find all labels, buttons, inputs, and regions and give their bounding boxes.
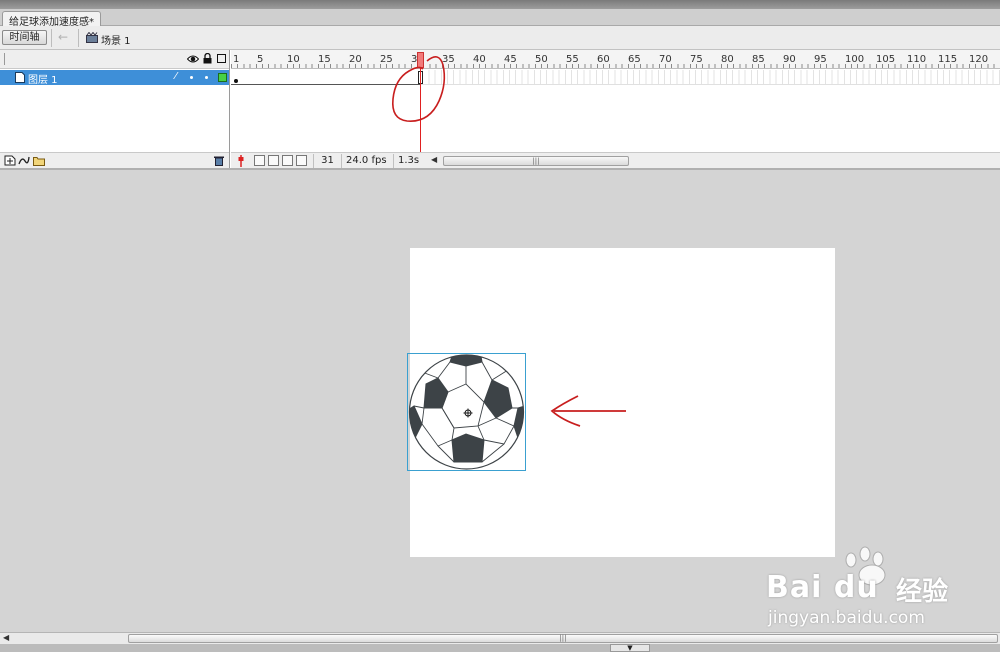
frame-ruler[interactable]: 1 5 10 15 20 25 30 35 40 45 50 55 60 65 … bbox=[231, 50, 1000, 69]
toolbar-divider bbox=[51, 29, 52, 47]
layer-visibility-toggle[interactable] bbox=[190, 76, 193, 79]
layer-footer bbox=[0, 152, 229, 168]
ruler-label: 45 bbox=[504, 54, 517, 65]
onion-markers-icon[interactable] bbox=[296, 155, 307, 166]
new-layer-icon[interactable] bbox=[4, 155, 16, 166]
pencil-icon: ⁄ bbox=[175, 71, 177, 82]
ruler-label: 10 bbox=[287, 54, 300, 65]
ruler-label: 110 bbox=[907, 54, 927, 65]
ruler-label: 55 bbox=[566, 54, 579, 65]
scene-breadcrumb[interactable]: 场景 1 bbox=[101, 32, 131, 47]
keyframe[interactable] bbox=[234, 79, 238, 83]
current-frame-field[interactable]: 31 bbox=[313, 154, 341, 168]
document-tab[interactable]: 给足球添加速度感* bbox=[2, 11, 101, 28]
layer-name[interactable]: 图层 1 bbox=[28, 71, 58, 86]
annotation-arrow bbox=[550, 395, 626, 427]
watermark-url: jingyan.baidu.com bbox=[768, 608, 925, 628]
toolbar-divider bbox=[78, 29, 79, 47]
annotation-circle bbox=[391, 56, 446, 122]
frame-rate-field[interactable]: 24.0 fps bbox=[341, 154, 391, 168]
panel-grip[interactable] bbox=[4, 53, 5, 65]
ruler-label: 5 bbox=[257, 54, 264, 65]
stage-horizontal-scrollbar[interactable]: ◀ ||| bbox=[0, 632, 1000, 644]
ruler-label: 70 bbox=[659, 54, 672, 65]
timeline-scroll-left-icon[interactable]: ◀ bbox=[431, 155, 437, 164]
ruler-label: 85 bbox=[752, 54, 765, 65]
ruler-label: 50 bbox=[535, 54, 548, 65]
ruler-label: 20 bbox=[349, 54, 362, 65]
timeline-toggle-button[interactable]: 时间轴 bbox=[2, 30, 47, 45]
watermark-cn: 经验 bbox=[896, 577, 949, 607]
layer-row[interactable]: 图层 1 ⁄ bbox=[0, 70, 229, 86]
layer-list: 图层 1 ⁄ bbox=[0, 50, 230, 168]
outline-icon[interactable] bbox=[217, 54, 226, 63]
ruler-label: 115 bbox=[938, 54, 958, 65]
collapse-arrow-icon[interactable]: ▼ bbox=[610, 644, 650, 652]
watermark-brand: Bai du bbox=[766, 570, 879, 605]
edit-bar: 时间轴 ← 场景 1 bbox=[0, 26, 1000, 50]
edit-multiple-frames-icon[interactable] bbox=[282, 155, 293, 166]
window-title-strip bbox=[0, 0, 1000, 9]
back-arrow-icon[interactable]: ← bbox=[55, 30, 71, 45]
ruler-label: 65 bbox=[628, 54, 641, 65]
ruler-label: 100 bbox=[845, 54, 865, 65]
ruler-label: 105 bbox=[876, 54, 896, 65]
eye-icon[interactable] bbox=[187, 54, 199, 64]
elapsed-time-field: 1.3s bbox=[393, 154, 425, 168]
layer-header bbox=[0, 50, 229, 69]
document-tab-bar: 给足球添加速度感* bbox=[0, 9, 1000, 28]
lock-icon[interactable] bbox=[203, 53, 212, 64]
scene-icon bbox=[86, 32, 98, 43]
soccer-ball-selection[interactable] bbox=[407, 353, 526, 471]
ruler-label: 75 bbox=[690, 54, 703, 65]
soccer-ball[interactable] bbox=[408, 354, 525, 470]
panel-collapse-bar: ▼ bbox=[0, 644, 1000, 652]
layer-icon bbox=[15, 72, 25, 83]
onion-outline-icon[interactable] bbox=[268, 155, 279, 166]
scrollbar-thumb[interactable]: ||| bbox=[128, 634, 998, 643]
new-folder-icon[interactable] bbox=[33, 155, 45, 166]
ruler-label: 1 bbox=[233, 54, 240, 65]
ruler-label: 15 bbox=[318, 54, 331, 65]
timeline-panel: 图层 1 ⁄ 1 5 10 15 20 25 35 40 45 50 55 60… bbox=[0, 50, 1000, 168]
timeline-footer: 31 24.0 fps 1.3s ◀ ||| bbox=[231, 152, 1000, 168]
layer-outline-toggle[interactable] bbox=[218, 73, 227, 82]
ruler-label: 80 bbox=[721, 54, 734, 65]
ruler-label: 120 bbox=[969, 54, 989, 65]
trash-icon[interactable] bbox=[213, 155, 225, 166]
timeline-scrollbar[interactable]: ||| bbox=[443, 156, 629, 166]
ruler-label: 95 bbox=[814, 54, 827, 65]
ruler-label: 90 bbox=[783, 54, 796, 65]
scroll-left-icon[interactable]: ◀ bbox=[3, 633, 9, 642]
ruler-label: 40 bbox=[473, 54, 486, 65]
onion-skin-icon[interactable] bbox=[254, 155, 265, 166]
frame-area[interactable]: 1 5 10 15 20 25 30 35 40 45 50 55 60 65 … bbox=[231, 50, 1000, 168]
center-frame-icon[interactable] bbox=[237, 155, 245, 167]
motion-guide-icon[interactable] bbox=[18, 155, 30, 166]
ruler-label: 60 bbox=[597, 54, 610, 65]
layer-lock-toggle[interactable] bbox=[205, 76, 208, 79]
